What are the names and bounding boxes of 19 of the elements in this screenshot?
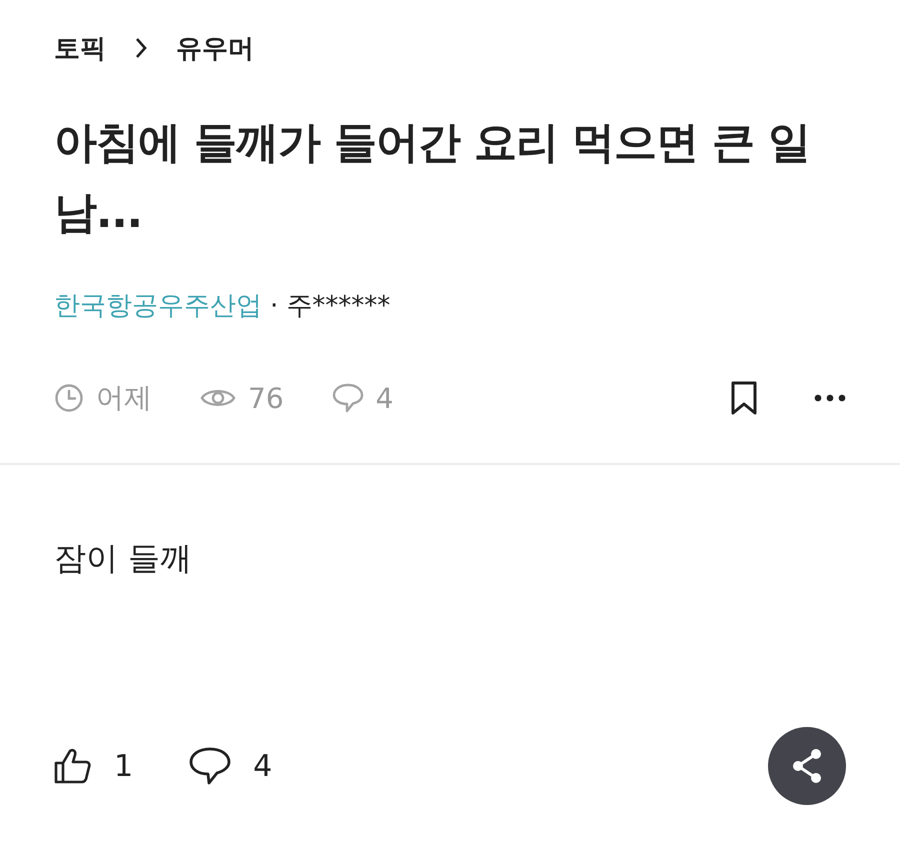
comment-count: 4	[253, 748, 272, 784]
thumbs-up-icon[interactable]	[54, 748, 92, 784]
chevron-icon	[134, 36, 148, 60]
speech-bubble-icon[interactable]	[189, 747, 232, 785]
post-title: 아침에 들깨가 들어간 요리 먹으면 큰 일남...	[54, 117, 811, 240]
more-icon[interactable]	[814, 394, 846, 402]
like-count: 1	[114, 748, 134, 784]
speech-bubble-icon	[332, 383, 364, 413]
share-icon	[790, 747, 824, 785]
view-count: 76	[248, 382, 284, 414]
comment-count: 4	[376, 382, 394, 414]
separator: ·	[270, 290, 278, 320]
post-time: 어제	[96, 380, 152, 416]
clock-icon	[54, 383, 84, 413]
breadcrumb-link[interactable]: 유우머	[176, 30, 254, 66]
bookmark-icon[interactable]	[729, 381, 759, 415]
author-name: 주******	[286, 290, 390, 323]
post-body: 잠이 들깨	[54, 538, 194, 579]
breadcrumb-link[interactable]: 토픽	[54, 30, 106, 66]
